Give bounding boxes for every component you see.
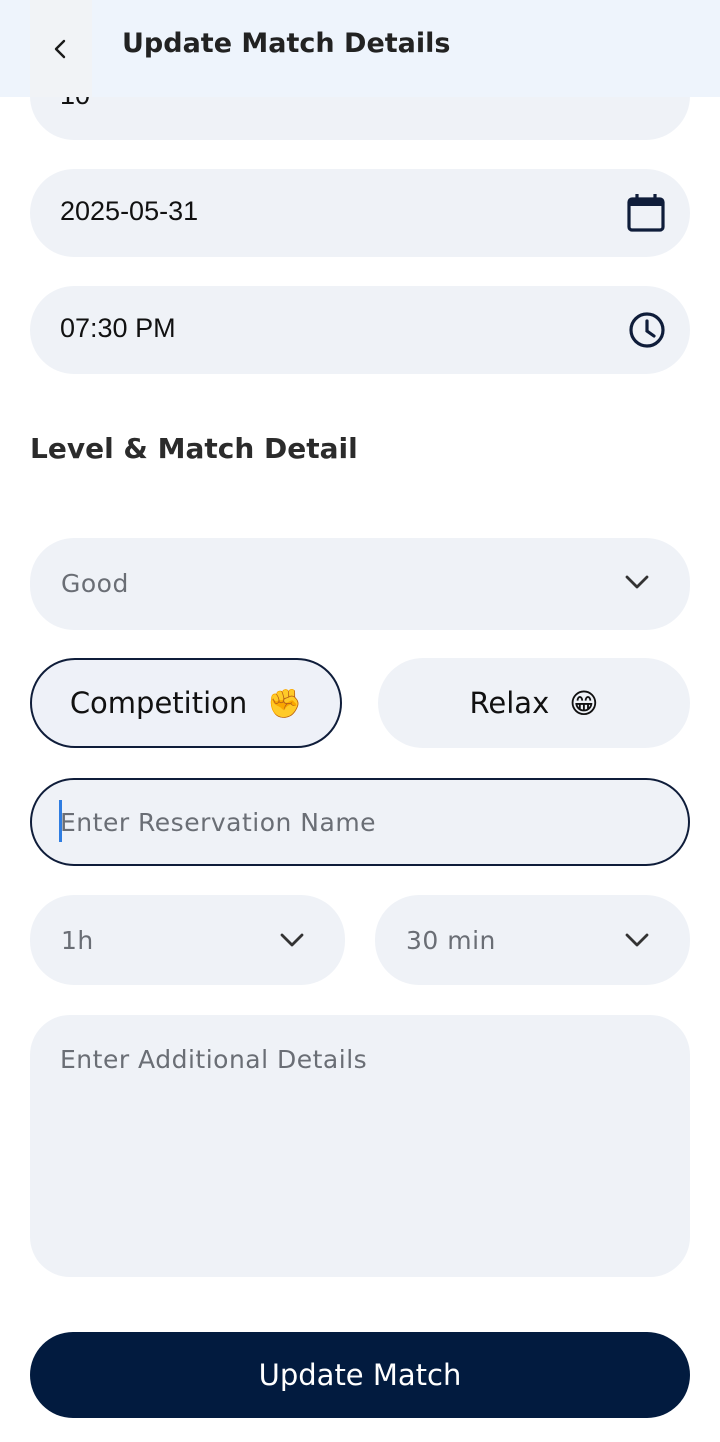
hours-value: 1h bbox=[61, 926, 94, 955]
relax-chip[interactable]: Relax 😁 bbox=[378, 658, 690, 748]
chevron-down-icon bbox=[625, 575, 649, 589]
chevron-down-icon bbox=[280, 933, 304, 947]
grin-icon: 😁 bbox=[569, 686, 599, 720]
page-title: Update Match Details bbox=[122, 28, 451, 59]
clock-icon[interactable] bbox=[627, 310, 667, 350]
date-value: 2025-05-31 bbox=[60, 196, 199, 226]
relax-label: Relax bbox=[469, 686, 550, 720]
additional-details-textarea[interactable]: Enter Additional Details bbox=[30, 1015, 690, 1277]
competition-label: Competition bbox=[69, 686, 248, 720]
fist-icon: ✊ bbox=[267, 686, 303, 720]
back-button[interactable] bbox=[30, 0, 92, 97]
back-icon bbox=[54, 39, 66, 58]
competition-chip[interactable]: Competition ✊ bbox=[30, 658, 342, 748]
time-value: 07:30 PM bbox=[60, 313, 176, 343]
minutes-select[interactable]: 30 min bbox=[375, 895, 690, 985]
chevron-down-icon bbox=[625, 933, 649, 947]
reservation-placeholder: Enter Reservation Name bbox=[60, 808, 377, 837]
reservation-name-input[interactable]: Enter Reservation Name bbox=[30, 778, 690, 866]
calendar-icon[interactable] bbox=[626, 193, 666, 233]
hours-select[interactable]: 1h bbox=[30, 895, 345, 985]
text-caret bbox=[59, 800, 62, 842]
level-select[interactable]: Good bbox=[30, 538, 690, 630]
level-select-value: Good bbox=[61, 569, 129, 598]
app-header: Update Match Details bbox=[0, 0, 720, 97]
section-title: Level & Match Detail bbox=[30, 432, 358, 465]
minutes-value: 30 min bbox=[406, 926, 496, 955]
date-field[interactable]: 2025-05-31 bbox=[30, 169, 690, 257]
details-placeholder: Enter Additional Details bbox=[60, 1045, 368, 1074]
update-match-button[interactable]: Update Match bbox=[30, 1332, 690, 1418]
update-match-label: Update Match bbox=[258, 1358, 462, 1392]
time-field[interactable]: 07:30 PM bbox=[30, 286, 690, 374]
